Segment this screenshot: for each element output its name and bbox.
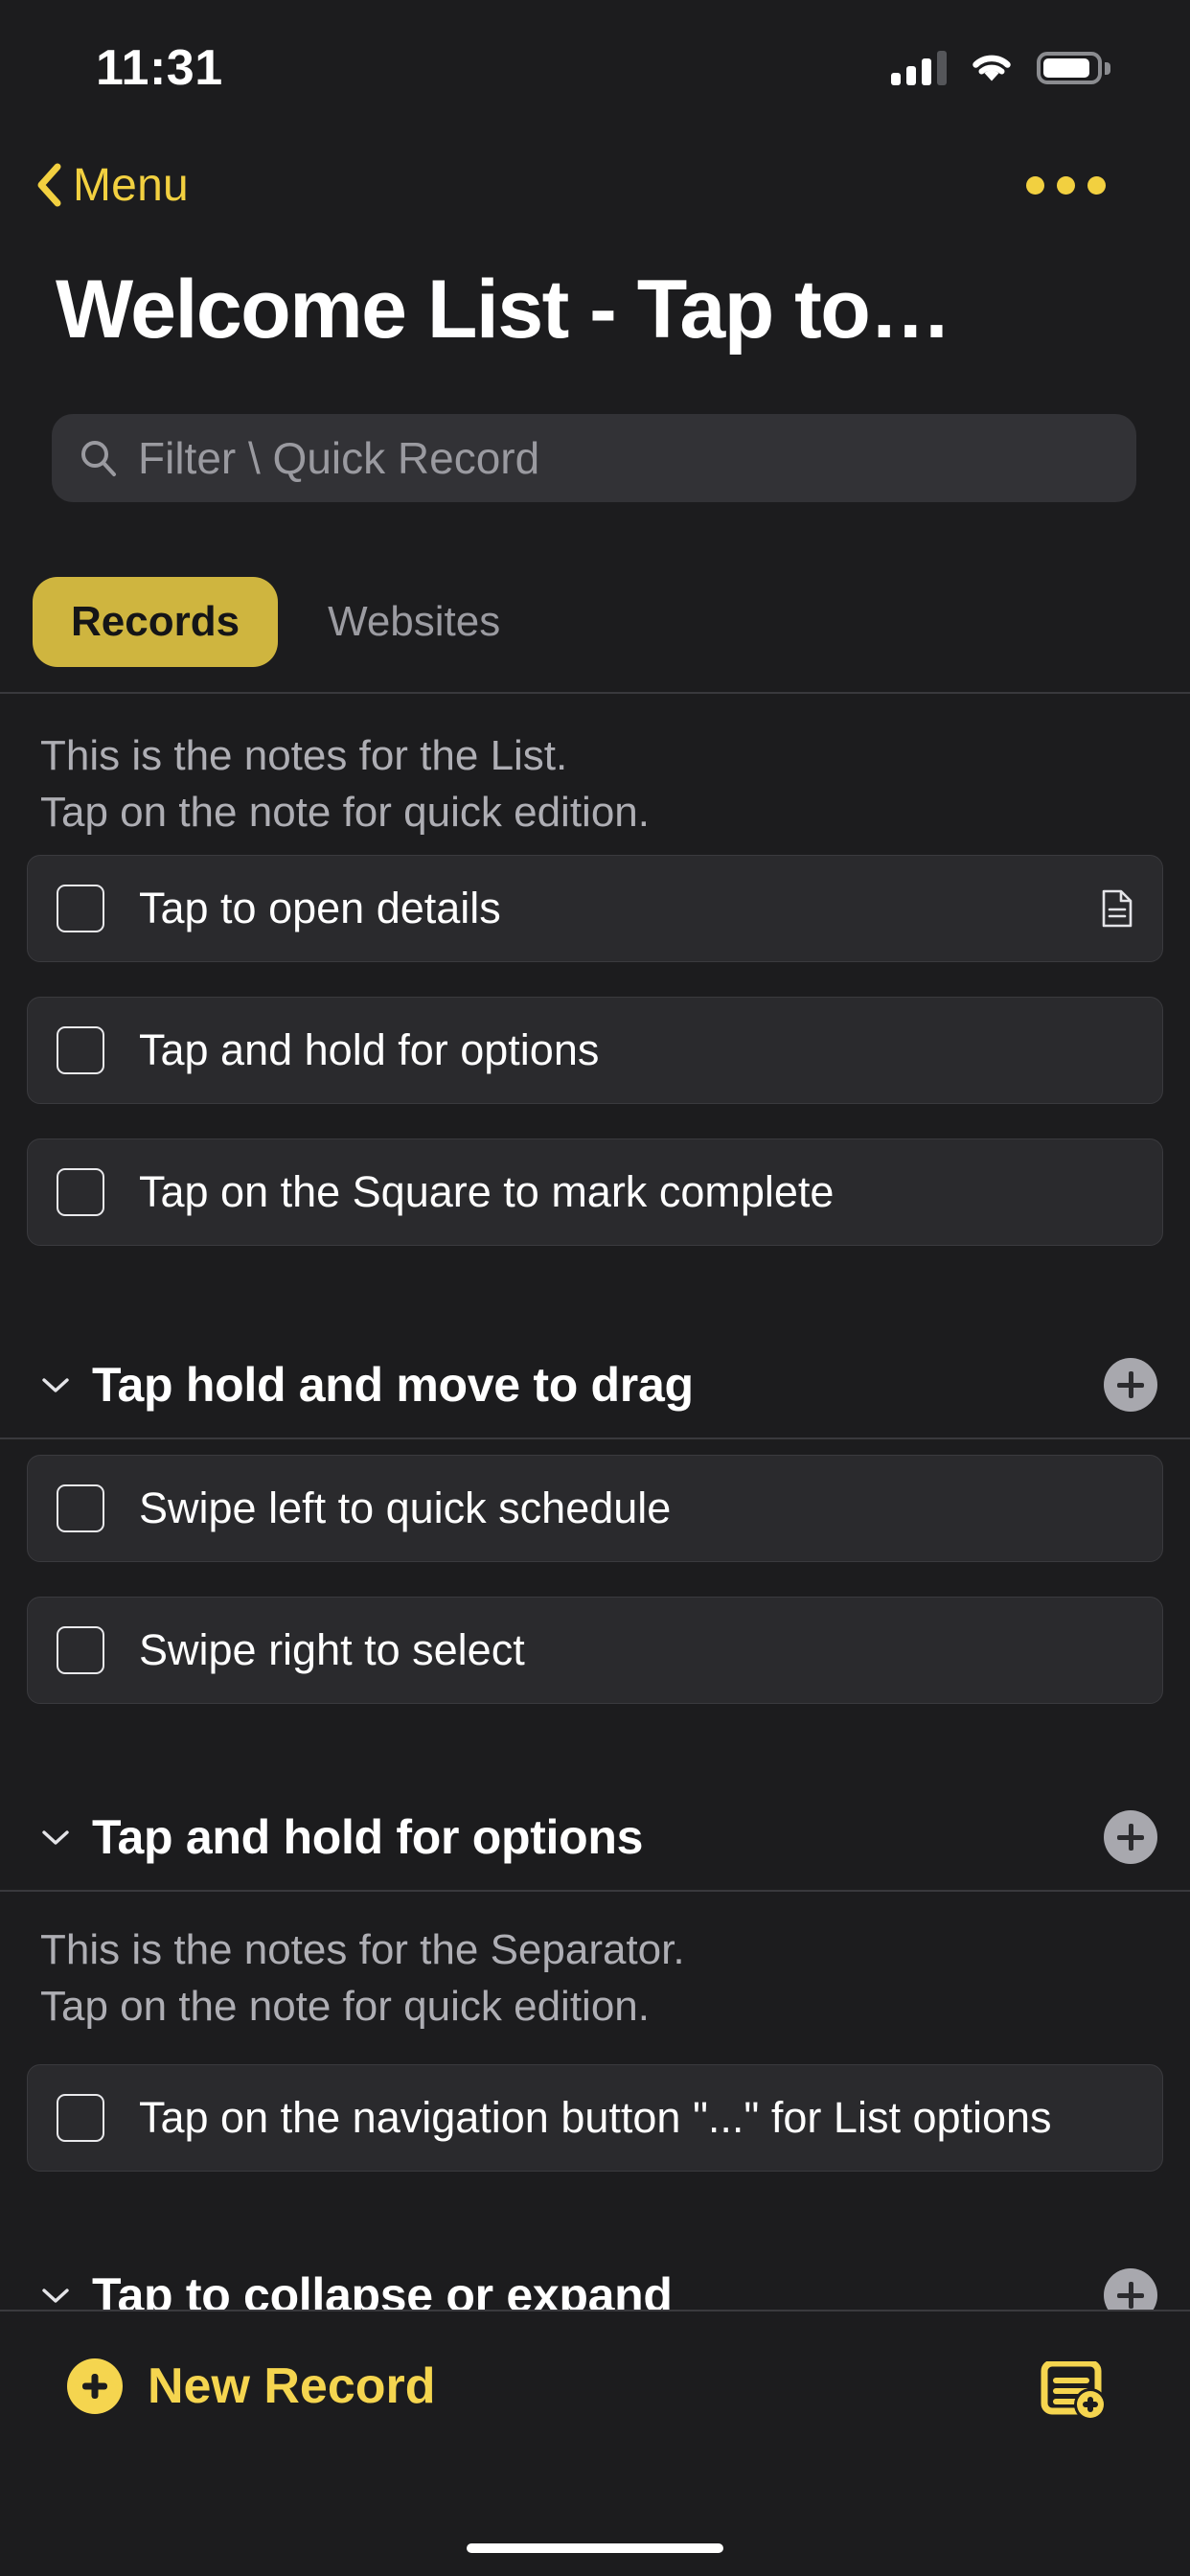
cellular-signal-icon <box>891 51 947 85</box>
record-label: Swipe left to quick schedule <box>139 1484 672 1532</box>
table-row[interactable]: Tap on the Square to mark complete <box>27 1138 1163 1246</box>
list-notes[interactable]: This is the notes for the List. Tap on t… <box>40 728 1133 840</box>
chevron-down-icon[interactable] <box>40 1375 71 1394</box>
back-button[interactable]: Menu <box>34 159 189 212</box>
chevron-down-icon[interactable] <box>40 2286 71 2305</box>
record-checkbox[interactable] <box>57 885 104 932</box>
search-placeholder: Filter \ Quick Record <box>138 433 540 483</box>
table-row[interactable]: Swipe right to select <box>27 1597 1163 1704</box>
chevron-down-icon[interactable] <box>40 1828 71 1847</box>
section-header-options[interactable]: Tap and hold for options <box>0 1784 1190 1890</box>
chevron-left-icon <box>37 163 61 207</box>
list-notes-line-2: Tap on the note for quick edition. <box>40 788 650 836</box>
ellipsis-icon[interactable] <box>1026 175 1106 195</box>
table-row[interactable]: Tap on the navigation button "..." for L… <box>27 2064 1163 2172</box>
home-indicator <box>467 2543 723 2553</box>
record-label: Swipe right to select <box>139 1625 525 1674</box>
record-checkbox[interactable] <box>57 1626 104 1674</box>
section-title: Tap hold and move to drag <box>92 1358 694 1412</box>
battery-icon <box>1037 52 1110 84</box>
section-header-drag[interactable]: Tap hold and move to drag <box>0 1332 1190 1438</box>
plus-circle-filled-icon <box>67 2358 123 2414</box>
bottom-toolbar: New Record <box>0 2310 1190 2576</box>
nav-bar: Menu <box>0 142 1190 228</box>
back-button-label: Menu <box>73 159 189 211</box>
search-icon <box>81 441 116 476</box>
document-icon[interactable] <box>1101 889 1133 928</box>
list-notes-line-1: This is the notes for the List. <box>40 732 568 779</box>
page-title: Welcome List - Tap to… <box>56 264 951 356</box>
separator-notes-line-2: Tap on the note for quick edition. <box>40 1982 650 2030</box>
new-record-label: New Record <box>148 2358 436 2414</box>
new-record-button[interactable]: New Record <box>67 2358 436 2415</box>
segmented-tabs: Records Websites <box>33 577 538 667</box>
note-add-icon[interactable] <box>1041 2361 1110 2425</box>
record-label: Tap on the navigation button "..." for L… <box>139 2093 1052 2142</box>
record-label: Tap on the Square to mark complete <box>139 1167 835 1216</box>
wifi-icon <box>973 55 1011 81</box>
section-title: Tap and hold for options <box>92 1810 644 1864</box>
table-row[interactable]: Tap and hold for options <box>27 997 1163 1104</box>
record-checkbox[interactable] <box>57 1168 104 1216</box>
separator-notes-line-1: This is the notes for the Separator. <box>40 1926 685 1973</box>
tab-records[interactable]: Records <box>33 577 279 667</box>
table-row[interactable]: Swipe left to quick schedule <box>27 1455 1163 1562</box>
tab-websites[interactable]: Websites <box>289 577 538 667</box>
divider <box>0 1438 1190 1439</box>
record-label: Tap and hold for options <box>139 1025 600 1074</box>
table-row[interactable]: Tap to open details <box>27 855 1163 962</box>
divider <box>0 692 1190 694</box>
separator-notes[interactable]: This is the notes for the Separator. Tap… <box>40 1922 1133 2035</box>
status-time: 11:31 <box>96 40 223 96</box>
record-label: Tap to open details <box>139 884 501 932</box>
status-bar: 11:31 <box>0 0 1190 123</box>
record-checkbox[interactable] <box>57 1026 104 1074</box>
status-icons <box>891 51 1110 85</box>
add-record-button[interactable] <box>1104 1358 1157 1412</box>
add-record-button[interactable] <box>1104 1810 1157 1864</box>
record-checkbox[interactable] <box>57 2094 104 2142</box>
divider <box>0 1890 1190 1892</box>
record-checkbox[interactable] <box>57 1484 104 1532</box>
search-input[interactable]: Filter \ Quick Record <box>52 414 1136 502</box>
